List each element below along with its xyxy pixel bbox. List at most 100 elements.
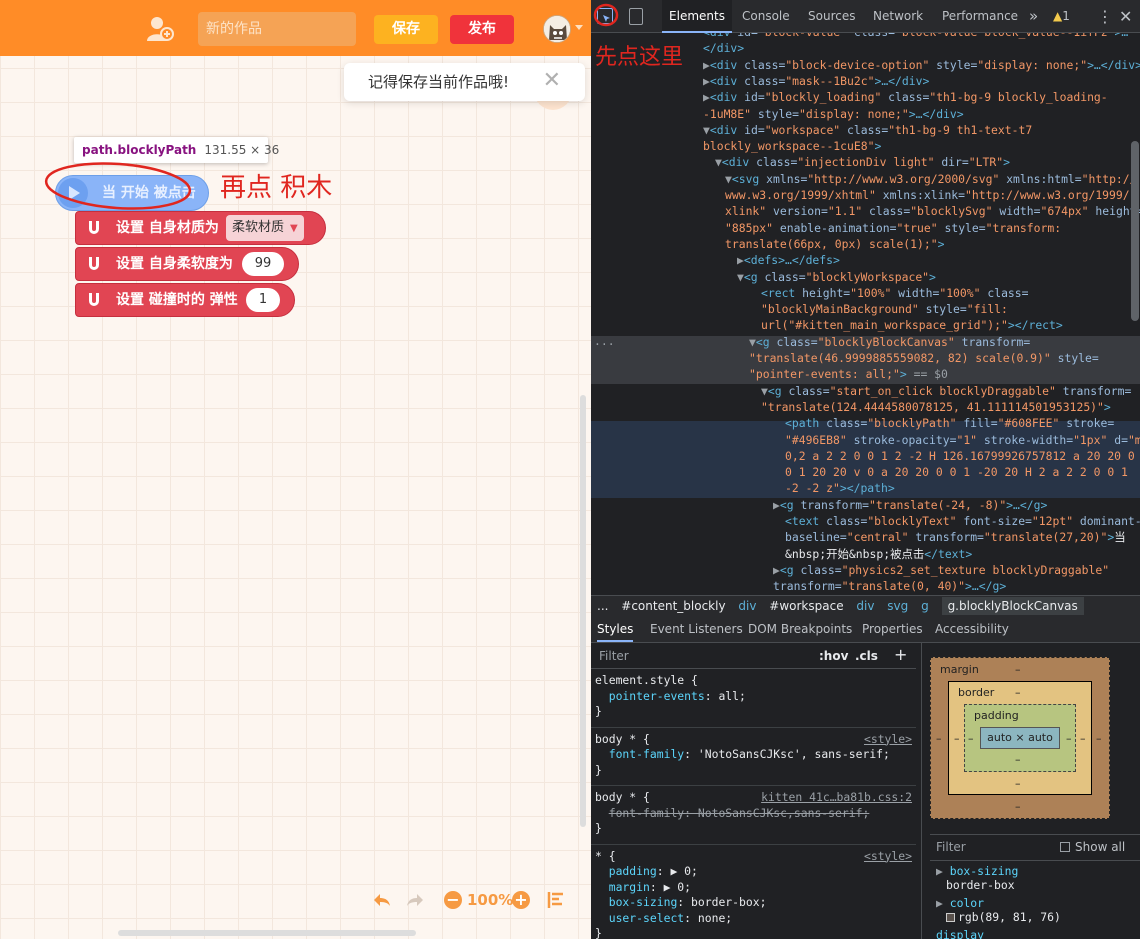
dom-node-line[interactable]: "translate(46.9999885559082, 82) scale(0…: [749, 350, 1099, 366]
dom-node-line[interactable]: &nbsp;开始&nbsp;被点击</text>: [785, 546, 972, 562]
styles-filter-input[interactable]: Filter: [595, 646, 807, 666]
dom-node-line[interactable]: 0 1 20 20 v 0 a 20 20 0 0 1 -20 20 H 2 a…: [785, 464, 1128, 480]
redo-icon[interactable]: [405, 890, 425, 910]
avatar[interactable]: [543, 15, 571, 43]
close-devtools-icon[interactable]: ✕: [1119, 0, 1132, 33]
dom-node-line[interactable]: ▶<div id="blockly_loading" class="th1-bg…: [703, 89, 1108, 105]
dom-node-line[interactable]: <div id="block-value" class="block-value…: [703, 33, 1128, 40]
set-texture-block[interactable]: 设置 自身材质为 柔软材质 ▼: [75, 211, 326, 245]
dom-node-line[interactable]: ▼<g class="blocklyWorkspace">: [737, 269, 936, 285]
dom-node-line[interactable]: ▼<div class="injectionDiv light" dir="LT…: [715, 154, 1010, 170]
dom-node-line[interactable]: www.w3.org/1999/xhtml" xmlns:xlink="http…: [725, 187, 1130, 203]
node-ellipsis[interactable]: ···: [594, 336, 615, 352]
save-button[interactable]: 保存: [374, 15, 438, 44]
computed-filter-input[interactable]: Filter: [936, 836, 966, 858]
style-rule[interactable]: * { padding: ▶ 0; margin: ▶ 0; box-sizin…: [591, 849, 916, 939]
computed-prop[interactable]: ▶ box-sizing: [936, 864, 1018, 878]
tooltip-element-name: path.blocklyPath: [82, 143, 197, 157]
zoom-out-button[interactable]: −: [444, 891, 462, 909]
dom-node-line[interactable]: ▼<g class="start_on_click blocklyDraggab…: [761, 383, 1131, 399]
breadcrumb-item[interactable]: svg: [887, 599, 908, 613]
breadcrumb-item[interactable]: div: [856, 599, 874, 613]
dom-node-line[interactable]: <path class="blocklyPath" fill="#608FEE"…: [785, 415, 1114, 431]
vertical-scrollbar[interactable]: [580, 395, 586, 827]
tab-accessibility[interactable]: Accessibility: [935, 617, 1009, 642]
tab-event-listeners[interactable]: Event Listeners: [650, 617, 743, 642]
dom-node-line[interactable]: "blocklyMainBackground" style="fill:: [761, 301, 1008, 317]
dom-node-line[interactable]: "885px" enable-animation="true" style="t…: [725, 220, 1061, 236]
tab-properties[interactable]: Properties: [862, 617, 923, 642]
user-add-icon[interactable]: [146, 16, 174, 42]
dom-node-line[interactable]: "pointer-events: all;"> == $0: [749, 366, 948, 382]
style-rule-line: element.style {: [595, 673, 698, 687]
kebab-menu-icon[interactable]: ⋮: [1097, 0, 1113, 33]
cls-toggle[interactable]: .cls: [855, 646, 878, 666]
style-rule-line: }: [595, 762, 602, 777]
close-icon[interactable]: ✕: [543, 63, 561, 99]
avatar-dropdown-icon[interactable]: [575, 25, 583, 30]
tab-dom-breakpoints[interactable]: DOM Breakpoints: [748, 617, 852, 642]
dom-node-line[interactable]: xlink" version="1.1" class="blocklySvg" …: [725, 203, 1140, 219]
dom-node-line[interactable]: ▶<g transform="translate(-24, -8)">…</g>: [773, 497, 1047, 513]
breadcrumb-item[interactable]: #workspace: [769, 599, 843, 613]
dom-node-line[interactable]: <text class="blocklyText" font-size="12p…: [785, 513, 1140, 529]
show-all-checkbox[interactable]: Show all: [1060, 836, 1125, 858]
breadcrumb-item-current[interactable]: g.blocklyBlockCanvas: [941, 597, 1084, 615]
dom-node-line[interactable]: 0,2 a 2 2 0 0 1 2 -2 H 126.1679992675781…: [785, 448, 1135, 464]
new-rule-icon[interactable]: +: [894, 643, 907, 667]
breadcrumb-item[interactable]: #content_blockly: [621, 599, 725, 613]
tab-network[interactable]: Network: [873, 0, 923, 33]
dom-node-line[interactable]: ▼<div id="workspace" class="th1-bg-9 th1…: [703, 122, 1032, 138]
hov-toggle[interactable]: :hov: [819, 646, 848, 666]
warnings-badge[interactable]: ▲1: [1053, 0, 1070, 33]
dom-node-line[interactable]: <rect height="100%" width="100%" class=: [761, 285, 1029, 301]
dom-node-line[interactable]: ▼<svg xmlns="http://www.w3.org/2000/svg"…: [725, 171, 1137, 187]
styles-filter-row: Filter :hov .cls +: [591, 643, 916, 669]
work-name-input[interactable]: 新的作品: [198, 12, 356, 46]
dom-node-line[interactable]: url("#kitten_main_workspace_grid");"></r…: [761, 317, 1063, 333]
style-rule-line: }: [595, 926, 602, 939]
breadcrumb-item[interactable]: g: [921, 599, 929, 613]
more-tabs-icon[interactable]: »: [1029, 0, 1038, 33]
dom-node-line[interactable]: "#496EB8" stroke-opacity="1" stroke-widt…: [785, 432, 1140, 448]
computed-prop[interactable]: ▶ color: [936, 896, 984, 910]
style-source-link[interactable]: kitten 41c…ba81b.css:2: [761, 790, 912, 806]
tab-console[interactable]: Console: [742, 0, 790, 33]
breadcrumb-item[interactable]: div: [738, 599, 756, 613]
publish-button[interactable]: 发布: [450, 15, 514, 44]
dom-node-line[interactable]: -1uM8E" style="display: none;">…</div>: [703, 106, 964, 122]
set-bounce-block[interactable]: 设置 碰撞时的 弹性 1: [75, 283, 295, 317]
bounce-value-input[interactable]: 1: [246, 288, 280, 312]
dom-node-line[interactable]: transform="translate(0, 40)">…</g>: [773, 578, 1006, 594]
dom-node-line[interactable]: translate(66px, 0px) scale(1);">: [725, 236, 944, 252]
dom-node-line[interactable]: ▶<g class="physics2_set_texture blocklyD…: [773, 562, 1109, 578]
style-rule[interactable]: body * { font-family: NotoSansCJKsc,sans…: [591, 790, 916, 845]
zoom-in-button[interactable]: +: [512, 891, 530, 909]
style-rule-line: }: [595, 704, 602, 718]
dom-node-line[interactable]: ▶<div class="mask--1Bu2c">…</div>: [703, 73, 929, 89]
set-softness-block[interactable]: 设置 自身柔软度为 99: [75, 247, 299, 281]
tab-sources[interactable]: Sources: [808, 0, 855, 33]
breadcrumb-item[interactable]: ...: [597, 599, 608, 613]
color-swatch[interactable]: [946, 913, 955, 922]
style-source-link[interactable]: <style>: [864, 732, 912, 748]
tab-performance[interactable]: Performance: [942, 0, 1018, 33]
style-rule[interactable]: body * { font-family: 'NotoSansCJKsc', s…: [591, 732, 916, 786]
tab-styles[interactable]: Styles: [597, 617, 634, 642]
dom-node-line[interactable]: ▶<defs>…</defs>: [737, 252, 840, 268]
dom-scrollbar[interactable]: [1131, 141, 1139, 321]
horizontal-scrollbar[interactable]: [118, 930, 416, 936]
dom-node-line[interactable]: baseline="central" transform="translate(…: [785, 529, 1126, 545]
dom-node-line[interactable]: blockly_workspace--1cuE8">: [703, 138, 881, 154]
dom-node-line[interactable]: ▶<div class="block-device-option" style=…: [703, 57, 1140, 73]
computed-prop[interactable]: display: [936, 928, 984, 939]
align-blocks-icon[interactable]: [547, 891, 565, 909]
dom-node-line[interactable]: -2 -2 z"></path>: [785, 480, 895, 496]
softness-value-input[interactable]: 99: [242, 252, 284, 276]
style-rule[interactable]: element.style { pointer-events: all;}: [591, 673, 916, 728]
dom-node-line[interactable]: ▼<g class="blocklyBlockCanvas" transform…: [749, 334, 1030, 350]
dom-node-line[interactable]: "translate(124.4444580078125, 41.1111145…: [761, 399, 1111, 415]
undo-icon[interactable]: [372, 890, 392, 910]
style-source-link[interactable]: <style>: [864, 849, 912, 865]
texture-dropdown[interactable]: 柔软材质 ▼: [226, 215, 304, 241]
